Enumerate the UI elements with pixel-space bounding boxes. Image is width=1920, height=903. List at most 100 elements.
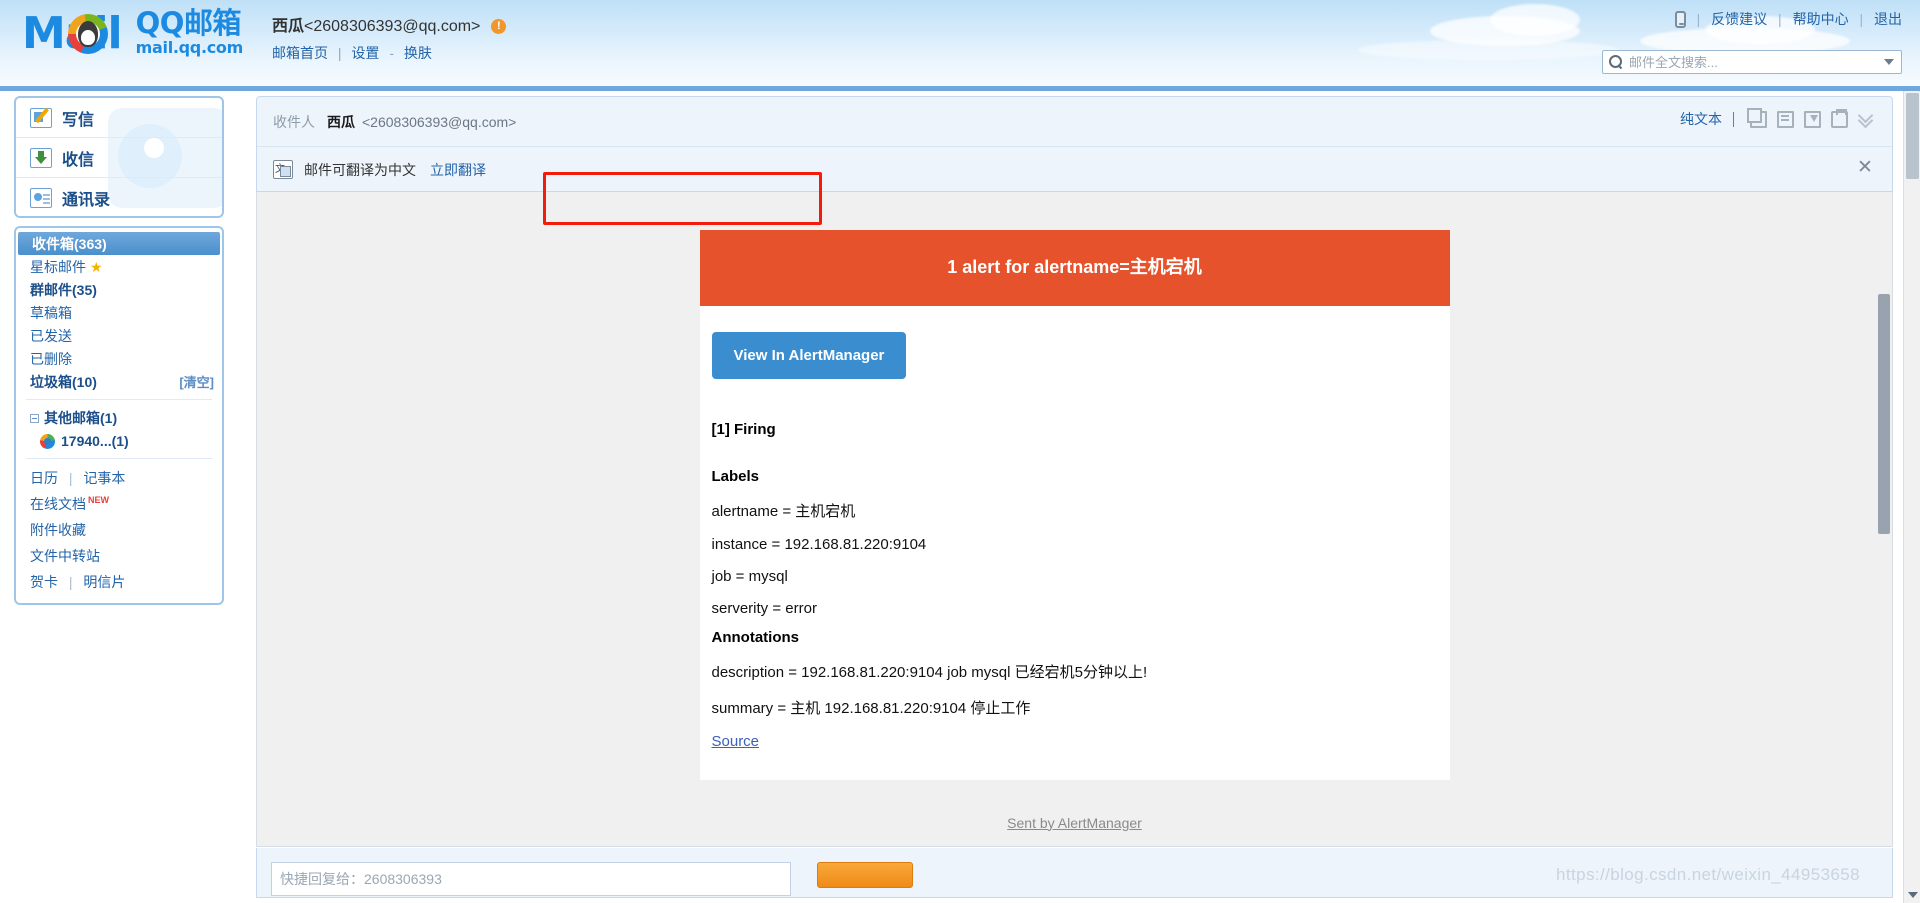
attachment-favorites-link[interactable]: 附件收藏 [30,522,86,538]
sidebar-divider [26,399,212,400]
top-banner: Mail QQ邮箱 mail.qq.com 西瓜<2608306393@qq.c… [0,0,1920,86]
plain-text-toggle[interactable]: 纯文本 [1680,109,1722,129]
alert-email-container: 1 alert for alertname=主机宕机 View In Alert… [699,230,1450,831]
qq-mini-logo-icon [40,433,55,449]
folder-label-text: 星标邮件 [30,258,86,275]
linked-mailbox-row: 17940...(1) [40,433,129,449]
document-icon[interactable] [1777,110,1794,128]
recipient-label: 收件人 [273,113,315,130]
feedback-link[interactable]: 反馈建议 [1711,11,1767,27]
link-separator: | [1859,11,1864,27]
mail-header-card: 收件人 西瓜 <2608306393@qq.com> 纯文本 邮件可翻译为中文 … [256,96,1893,192]
new-badge: NEW [88,495,109,505]
toolbar-divider [1733,111,1734,127]
account-block: 西瓜<2608306393@qq.com> ! 邮箱首页 | 设置 - 换肤 [272,12,507,63]
annotation-row: summary = 主机 192.168.81.220:9104 停止工作 [711,699,1031,717]
label-row: serverity = error [711,599,817,617]
annotations-section-title: Annotations [711,628,800,646]
label-row: job = mysql [711,567,788,585]
sidebar-item-receive[interactable]: 收信 [16,138,222,178]
close-icon[interactable]: ✕ [1856,158,1874,177]
body-scrollbar-thumb[interactable] [1878,294,1890,534]
link-separator: | [68,574,73,590]
logout-link[interactable]: 退出 [1874,11,1902,27]
help-center-link[interactable]: 帮助中心 [1793,11,1849,27]
star-icon: ★ [90,258,103,275]
search-box[interactable] [1602,50,1902,74]
source-link[interactable]: Source [712,733,760,750]
view-in-alertmanager-button[interactable]: View In AlertManager [711,331,907,379]
collapse-toggle-icon[interactable] [30,414,39,424]
recipient-address[interactable]: <2608306393@qq.com> [362,114,516,130]
sidebar-item-trash[interactable]: 垃圾箱(10) [清空] [16,370,222,393]
annotation-row: description = 192.168.81.220:9104 job my… [711,663,1148,681]
skin-link[interactable]: 换肤 [404,45,432,61]
link-separator: - [389,45,394,61]
sidebar-link-row-filetransfer: 文件中转站 [16,543,222,569]
sidebar-link-row-cards: 贺卡 | 明信片 [16,569,222,595]
sidebar-item-linked-mailbox[interactable]: 17940...(1) [16,429,222,452]
folder-label: 垃圾箱(10) [30,373,97,390]
print-icon[interactable] [1831,108,1848,128]
link-separator: | [1696,11,1701,27]
send-button[interactable] [817,862,913,888]
sidebar-item-inbox[interactable]: 收件箱(363) [18,232,220,255]
file-transfer-link[interactable]: 文件中转站 [30,548,100,564]
search-icon [1609,55,1623,69]
calendar-link[interactable]: 日历 [30,470,58,486]
folder-label: 17940...(1) [61,432,129,449]
sent-by-alertmanager-link[interactable]: Sent by AlertManager [1007,815,1142,831]
mailbox-home-link[interactable]: 邮箱首页 [272,45,328,61]
page-scrollbar[interactable] [1903,91,1920,903]
logo-brand-url: mail.qq.com [135,38,244,57]
sidebar-item-deleted[interactable]: 已删除 [16,347,222,370]
account-identity: 西瓜<2608306393@qq.com> ! [272,12,507,36]
qq-mail-logo[interactable]: Mail QQ邮箱 mail.qq.com [22,9,244,57]
label-row: alertname = 主机宕机 [711,502,856,520]
logo-penguin-icon [78,21,98,47]
sidebar-link-row-attachments: 附件收藏 [16,517,222,543]
translate-now-link[interactable]: 立即翻译 [430,160,486,180]
search-input[interactable] [1627,53,1884,71]
translate-message: 邮件可翻译为中文 [304,161,416,178]
page-scrollbar-thumb[interactable] [1906,93,1919,179]
mail-body: 1 alert for alertname=主机宕机 View In Alert… [256,192,1893,847]
sidebar-item-other-mailboxes[interactable]: 其他邮箱(1) [16,406,222,429]
folder-label: 其他邮箱(1) [44,409,118,426]
link-separator: | [1778,11,1782,27]
sidebar-item-compose[interactable]: 写信 [16,98,222,138]
translate-icon [273,160,293,179]
online-docs-link[interactable]: 在线文档 [30,496,86,512]
main-content: 收件人 西瓜 <2608306393@qq.com> 纯文本 邮件可翻译为中文 … [234,91,1920,903]
new-window-icon[interactable] [1747,107,1767,128]
postcard-link[interactable]: 明信片 [83,574,125,590]
sidebar-link-row-calendar: 日历 | 记事本 [16,465,222,491]
recipient-name[interactable]: 西瓜 [327,112,355,132]
labels-section-title: Labels [711,467,760,485]
logo-brand-block: QQ邮箱 mail.qq.com [135,9,244,57]
warning-icon[interactable]: ! [491,19,507,34]
translate-bar: 邮件可翻译为中文 立即翻译 ✕ [257,147,1892,192]
chevron-down-icon[interactable] [1884,59,1894,65]
label-row: instance = 192.168.81.220:9104 [711,535,927,553]
mobile-phone-icon[interactable] [1674,11,1686,28]
settings-link[interactable]: 设置 [351,45,379,61]
sidebar-item-drafts[interactable]: 草稿箱 [16,301,222,324]
mail-toolbar: 纯文本 [1680,107,1878,129]
sidebar-item-label: 收信 [62,151,95,169]
quick-reply-input[interactable]: 快捷回复给：2608306393 [271,862,791,896]
sidebar-item-group-mail[interactable]: 群邮件(35) [16,278,222,301]
scroll-down-icon[interactable] [1908,892,1918,898]
save-icon[interactable] [1804,110,1821,128]
greeting-card-link[interactable]: 贺卡 [30,574,58,590]
sidebar-item-sent[interactable]: 已发送 [16,324,222,347]
empty-trash-link[interactable]: [清空] [179,372,214,391]
cloud-decoration [1358,40,1618,60]
notepad-link[interactable]: 记事本 [83,470,125,486]
other-mailboxes-row: 其他邮箱(1) [30,408,117,428]
sidebar-item-contacts[interactable]: 通讯录 [16,178,222,216]
sidebar-item-starred[interactable]: 星标邮件 ★ [16,255,222,278]
more-chevron-icon[interactable] [1858,112,1873,127]
folder-label: 群邮件(35) [30,281,97,298]
sidebar-item-label: 通讯录 [62,192,111,209]
